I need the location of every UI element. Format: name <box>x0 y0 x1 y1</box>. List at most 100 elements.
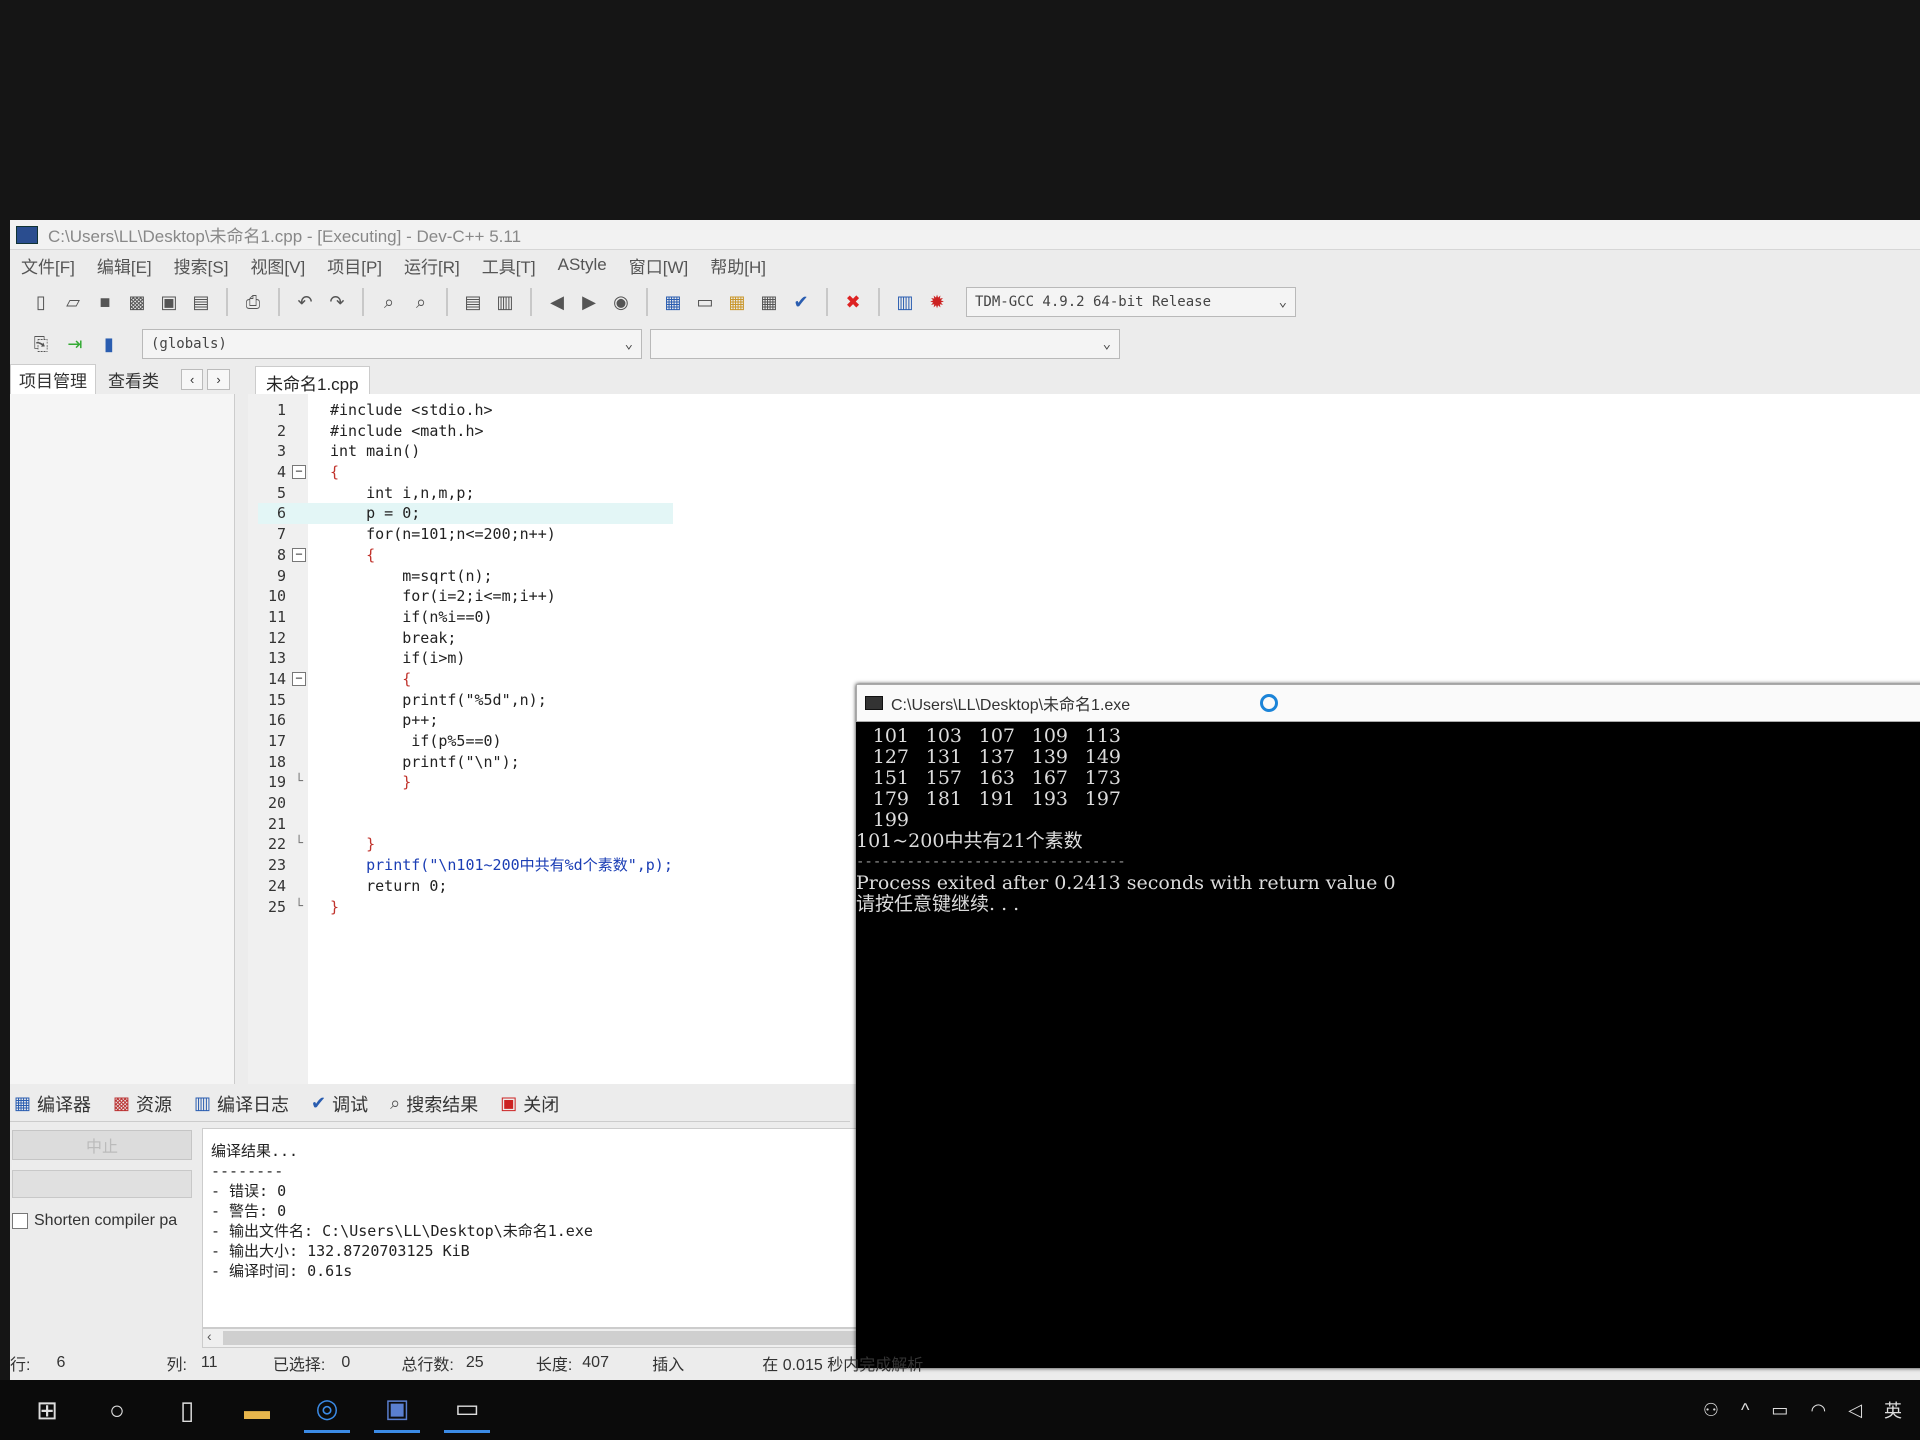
open-file-icon[interactable]: ▱ <box>60 289 86 315</box>
task-view-icon[interactable]: ▯ <box>164 1387 210 1433</box>
volume-icon[interactable]: ◁ <box>1848 1400 1862 1421</box>
menu-help[interactable]: 帮助[H] <box>699 253 777 278</box>
fold-collapse-icon[interactable]: − <box>292 465 306 480</box>
menu-astyle[interactable]: AStyle <box>547 255 618 275</box>
close-all-icon[interactable]: ▤ <box>188 289 214 315</box>
back-icon[interactable]: ◀ <box>544 289 570 315</box>
stop-execution-icon[interactable]: ✖ <box>840 289 866 315</box>
save-icon[interactable]: ■ <box>92 289 118 315</box>
tab-compiler[interactable]: ▦ 编译器 <box>14 1091 91 1117</box>
unindent-icon[interactable]: ▥ <box>492 289 518 315</box>
shorten-paths-checkbox[interactable]: Shorten compiler pa <box>12 1212 177 1230</box>
menu-project[interactable]: 项目[P] <box>316 253 393 278</box>
tab-resources[interactable]: ▩ 资源 <box>113 1091 172 1117</box>
check-icon: ✔ <box>311 1093 327 1113</box>
scroll-left-icon[interactable]: ‹ <box>207 1328 212 1344</box>
menu-edit[interactable]: 编辑[E] <box>86 253 163 278</box>
menu-run[interactable]: 运行[R] <box>393 253 471 278</box>
code-line: 3 int main() <box>276 442 421 461</box>
menu-tools[interactable]: 工具[T] <box>471 253 547 278</box>
tab-class-browser[interactable]: 查看类 <box>100 365 167 394</box>
tab-debug[interactable]: ✔ 调试 <box>311 1091 368 1117</box>
status-insert-mode: 插入 <box>652 1357 685 1374</box>
redo-icon[interactable]: ↷ <box>324 289 350 315</box>
fold-collapse-icon[interactable]: − <box>292 672 306 687</box>
windows-start-icon[interactable]: ⊞ <box>24 1387 70 1433</box>
ime-indicator[interactable]: 英 <box>1884 1397 1902 1423</box>
find-icon[interactable]: ⌕ <box>376 289 402 315</box>
prime-count-summary: 101~200中共有21个素数 <box>856 830 1083 852</box>
forward-icon[interactable]: ▶ <box>576 289 602 315</box>
title-bar: C:\Users\LL\Desktop\未命名1.cpp - [Executin… <box>10 220 1920 250</box>
abort-compilation-button[interactable]: 中止 <box>12 1130 192 1160</box>
file-explorer-icon[interactable]: ▬ <box>234 1387 280 1433</box>
insert-icon[interactable]: ⎘ <box>28 331 54 357</box>
menu-window[interactable]: 窗口[W] <box>618 253 700 278</box>
new-file-icon[interactable]: ▯ <box>28 289 54 315</box>
code-line: 9 m=sqrt(n); <box>276 566 493 585</box>
tab-search-results[interactable]: ⌕ 搜索结果 <box>390 1091 478 1117</box>
compiler-select[interactable]: TDM-GCC 4.9.2 64-bit Release ⌄ <box>966 287 1296 317</box>
secondary-toolbar: ⎘ ⇥ ▮ (globals) ⌄ ⌄ <box>10 326 1920 362</box>
console-output: 101 103 107 109 113 127 131 137 139 149 151 157 16… <box>856 722 1920 915</box>
checkbox-box[interactable] <box>12 1213 28 1229</box>
close-file-icon[interactable]: ▣ <box>156 289 182 315</box>
function-select[interactable]: ⌄ <box>650 329 1120 359</box>
code-line-text: int i,n,m,p; <box>330 483 475 502</box>
code-line: 18 printf("\n"); <box>267 752 520 771</box>
menu-file[interactable]: 文件[F] <box>10 253 86 278</box>
print-icon[interactable]: ⎙ <box>240 289 266 315</box>
goto-icon[interactable]: ⇥ <box>62 331 88 357</box>
undo-icon[interactable]: ↶ <box>292 289 318 315</box>
code-line-text: for(n=101;n<=200;n++) <box>330 525 556 544</box>
toolbar-separator <box>278 288 280 316</box>
chevron-down-icon: ⌄ <box>1102 336 1111 352</box>
syntax-check-icon[interactable]: ✔ <box>788 289 814 315</box>
code-line-text: #include <math.h> <box>330 421 484 440</box>
code-line: 20 <box>258 793 673 814</box>
project-tree[interactable] <box>10 394 235 1084</box>
bookmark-icon[interactable]: ◉ <box>608 289 634 315</box>
devcpp-task-icon[interactable]: ▣ <box>374 1387 420 1433</box>
menu-search[interactable]: 搜索[S] <box>163 253 240 278</box>
replace-icon[interactable]: ⌕ <box>408 289 434 315</box>
browser-icon[interactable]: ◎ <box>304 1387 350 1433</box>
rebuild-icon[interactable]: ▦ <box>756 289 782 315</box>
fold-end-icon: └ <box>295 898 303 914</box>
compiler-grid-icon: ▦ <box>14 1093 32 1113</box>
console-task-icon[interactable]: ▭ <box>444 1387 490 1433</box>
code-line-text: printf("\n101~200中共有%d个素数",p); <box>330 856 673 875</box>
code-line-text: return 0; <box>330 876 448 895</box>
code-line-text: if(i>m) <box>330 649 466 668</box>
bottom-tabs: ▦ 编译器 ▩ 资源 ▥ 编译日志 ✔ 调试 ⌕ 搜索结果 ▣ 关闭 <box>10 1086 850 1122</box>
scope-select[interactable]: (globals) ⌄ <box>142 329 642 359</box>
cortana-search-icon[interactable]: ○ <box>94 1387 140 1433</box>
run-icon[interactable]: ▭ <box>692 289 718 315</box>
save-all-icon[interactable]: ▩ <box>124 289 150 315</box>
chevron-right-icon[interactable]: › <box>207 368 230 390</box>
code-line-text: for(i=2;i<=m;i++) <box>330 587 556 606</box>
tray-expand-icon[interactable]: ^ <box>1741 1400 1749 1421</box>
tab-compile-log[interactable]: ▥ 编译日志 <box>194 1091 289 1117</box>
toggle-bookmark-icon[interactable]: ▮ <box>96 331 122 357</box>
code-line: 23 printf("\n101~200中共有%d个素数",p); <box>267 856 673 875</box>
menu-view[interactable]: 视图[V] <box>239 253 316 278</box>
scrollbar-thumb[interactable] <box>223 1331 963 1345</box>
compile-icon[interactable]: ▦ <box>660 289 686 315</box>
chevron-left-icon[interactable]: ‹ <box>181 368 204 390</box>
indent-icon[interactable]: ▤ <box>460 289 486 315</box>
wifi-icon[interactable]: ◠ <box>1810 1400 1826 1421</box>
status-col-value: 11 <box>200 1354 218 1371</box>
debug-bug-icon[interactable]: ✹ <box>924 289 950 315</box>
people-icon[interactable]: ⚇ <box>1703 1400 1719 1421</box>
toolbar-separator <box>226 288 228 316</box>
tab-close[interactable]: ▣ 关闭 <box>500 1091 559 1117</box>
compile-run-icon[interactable]: ▦ <box>724 289 750 315</box>
fold-collapse-icon[interactable]: − <box>292 548 306 563</box>
tab-project-manager[interactable]: 项目管理 <box>10 364 96 394</box>
console-window[interactable]: C:\Users\LL\Desktop\未命名1.exe 101 103 107 10… <box>856 684 1920 1368</box>
left-panel: 项目管理 查看类 ‹ › <box>10 364 240 1084</box>
profile-chart-icon[interactable]: ▥ <box>892 289 918 315</box>
tab-file[interactable]: 未命名1.cpp <box>255 366 370 394</box>
battery-icon[interactable]: ▭ <box>1771 1400 1788 1421</box>
